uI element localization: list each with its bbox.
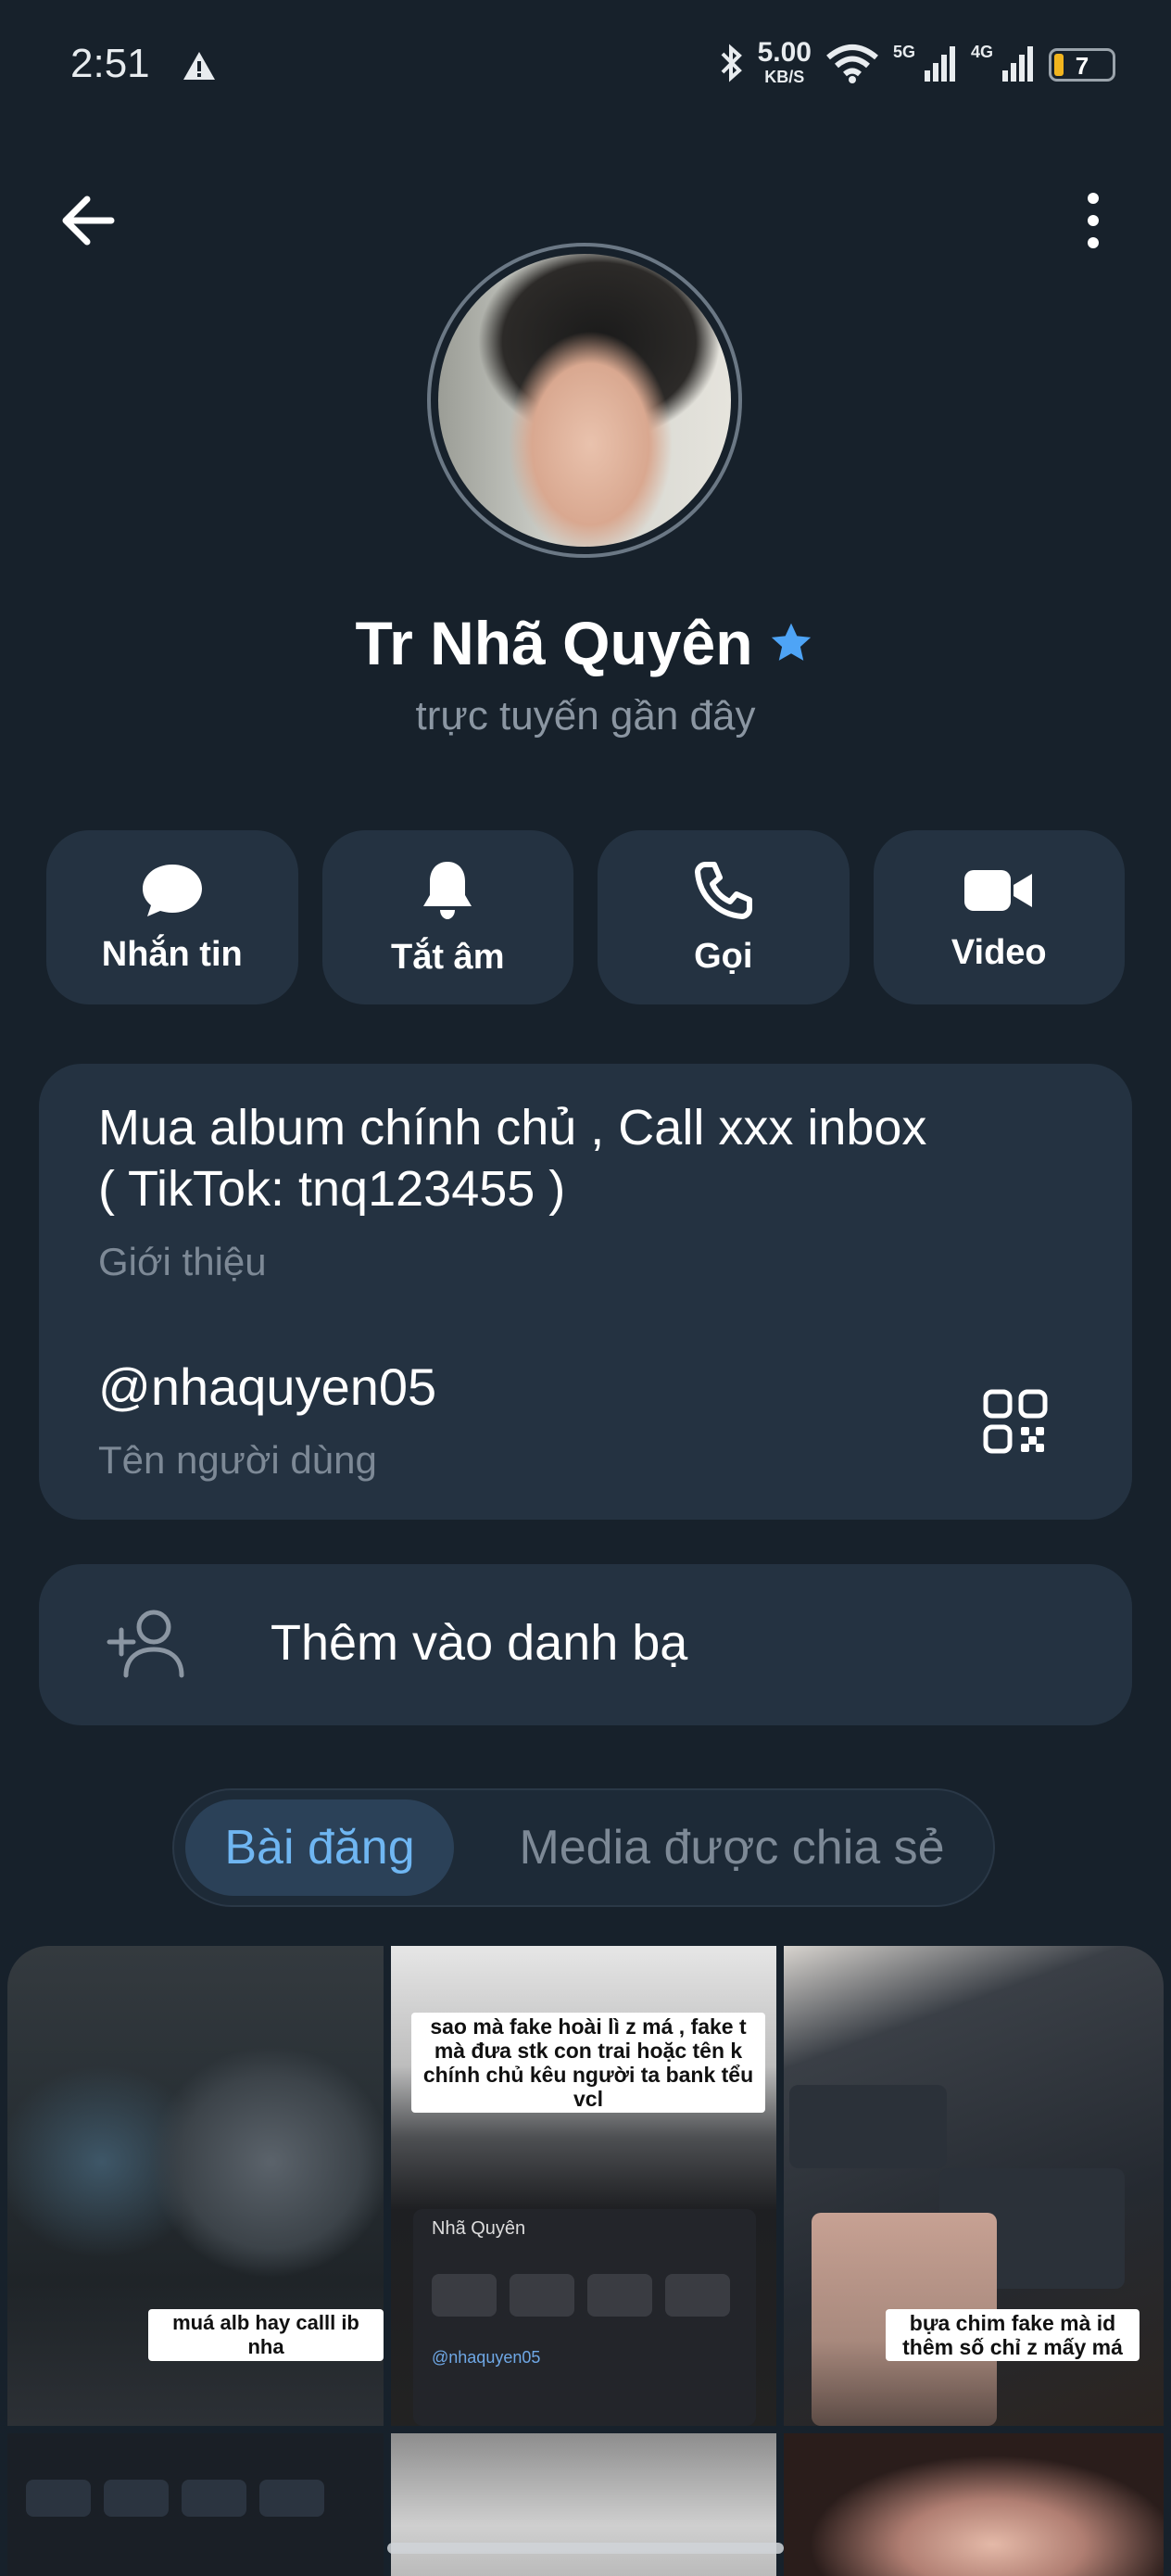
add-person-icon: [106, 1607, 189, 1686]
bio-line-2: ( TikTok: tnq123455 ): [98, 1161, 566, 1217]
post-thumbnail[interactable]: [784, 2433, 1164, 2576]
post-thumbnail[interactable]: sao mà fake hoài lì z má , fake t mà đưa…: [391, 1946, 776, 2426]
network-4g-label: 4G: [970, 42, 993, 61]
network-5g-label: 5G: [892, 42, 915, 61]
warning-icon: [182, 50, 217, 86]
qr-code-button[interactable]: [982, 1388, 1049, 1455]
screenshot-panel: Nhã Quyên @nhaquyen05: [413, 2209, 756, 2426]
call-button[interactable]: Gọi: [598, 830, 850, 1004]
mini-button: [587, 2274, 652, 2317]
post-caption: muá alb hay calll ib nha: [148, 2309, 384, 2361]
online-status: trực tuyến gần đây: [415, 693, 756, 739]
mini-button: [510, 2274, 574, 2317]
bell-icon: [423, 861, 472, 919]
qr-code-icon: [983, 1389, 1048, 1454]
signal-icon-2: [1001, 43, 1036, 88]
mini-button: [665, 2274, 730, 2317]
post-thumbnail[interactable]: bựa chim fake mà id thêm số chỉ z mấy má: [784, 1946, 1164, 2426]
network-speed: 5.00 KB/S: [757, 37, 812, 87]
more-options-button[interactable]: [1065, 185, 1121, 256]
verified-star-icon[interactable]: [766, 618, 816, 668]
message-label: Nhắn tin: [101, 934, 243, 974]
mini-button: [104, 2480, 169, 2517]
mini-button: [182, 2480, 246, 2517]
profile-name-text: Tr Nhã Quyên: [355, 609, 753, 677]
signal-icon: [923, 43, 958, 88]
mini-name: Nhã Quyên: [432, 2218, 526, 2239]
posts-grid: muá alb hay calll ib nha sao mà fake hoà…: [7, 1946, 1164, 2576]
phone-icon: [694, 861, 752, 919]
mute-button[interactable]: Tắt âm: [321, 830, 573, 1004]
tab-posts[interactable]: Bài đăng: [185, 1799, 454, 1896]
mini-button: [259, 2480, 324, 2517]
action-row: Nhắn tin Tắt âm Gọi Video: [46, 830, 1125, 1004]
mini-username: @nhaquyen05: [432, 2348, 541, 2367]
username-label: Tên người dùng: [98, 1438, 377, 1482]
username-text[interactable]: @nhaquyen05: [98, 1357, 436, 1417]
bio-label: Giới thiệu: [98, 1240, 267, 1283]
home-indicator[interactable]: [387, 2543, 784, 2554]
battery-icon: 7: [1049, 48, 1115, 82]
bio-text[interactable]: Mua album chính chủ , Call xxx inbox ( T…: [98, 1097, 1025, 1219]
post-thumbnail[interactable]: muá alb hay calll ib nha: [7, 1946, 384, 2426]
video-icon: [964, 869, 1033, 911]
profile-name: Tr Nhã Quyên: [0, 608, 1171, 678]
bluetooth-icon: [719, 43, 745, 88]
mute-label: Tắt âm: [391, 937, 505, 977]
arrow-left-icon: [62, 196, 115, 246]
status-icons: 5.00 KB/S 5G 4G 7: [719, 37, 1115, 93]
post-thumbnail[interactable]: [391, 2433, 776, 2576]
more-vertical-icon: [1088, 193, 1099, 248]
mini-button: [432, 2274, 497, 2317]
mini-action-row: [432, 2274, 730, 2317]
post-thumbnail[interactable]: [7, 2433, 384, 2576]
add-contact-label: Thêm vào danh bạ: [271, 1615, 688, 1671]
mini-button: [26, 2480, 91, 2517]
tab-shared-media[interactable]: Media được chia sẻ: [500, 1799, 963, 1896]
message-button[interactable]: Nhắn tin: [46, 830, 298, 1004]
video-button[interactable]: Video: [873, 830, 1125, 1004]
post-caption: bựa chim fake mà id thêm số chỉ z mấy má: [886, 2309, 1140, 2361]
post-caption: sao mà fake hoài lì z má , fake t mà đưa…: [411, 2013, 765, 2113]
message-icon: [142, 864, 202, 916]
back-button[interactable]: [56, 185, 126, 256]
status-time: 2:51: [70, 41, 150, 86]
mini-action-row: [26, 2480, 324, 2517]
avatar[interactable]: [438, 254, 731, 547]
wifi-icon: [825, 43, 880, 88]
screenshot-panel: [789, 2085, 947, 2168]
call-label: Gọi: [694, 936, 753, 976]
bio-line-1: Mua album chính chủ , Call xxx inbox: [98, 1100, 927, 1155]
video-label: Video: [951, 932, 1047, 972]
